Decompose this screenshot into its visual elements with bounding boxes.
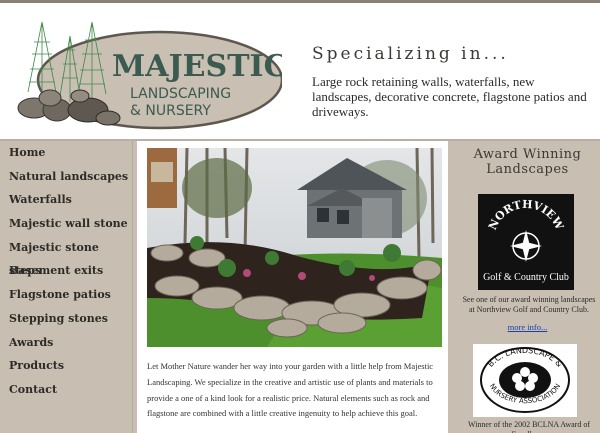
bclna-logo[interactable]: B.C. LANDSCAPE & NURSERY ASSOCIATION — [473, 344, 577, 417]
hero-landscape-photo — [147, 148, 442, 347]
nav-item-majestic-wall-stone[interactable]: Majestic wall stone — [0, 212, 132, 236]
nav-item-basement-exits[interactable]: Basement exits — [0, 259, 132, 283]
more-info-link[interactable]: more info... — [455, 322, 600, 332]
svg-text:MAJESTIC: MAJESTIC — [112, 49, 282, 84]
awards-title: Award Winning Landscapes — [473, 147, 582, 177]
header: MAJESTIC LANDSCAPING & NURSERY Specializ… — [0, 0, 600, 141]
main-content: Let Mother Nature wander her way into yo… — [137, 141, 448, 433]
svg-text:& NURSERY: & NURSERY — [130, 103, 211, 119]
svg-text:Golf & Country Club: Golf & Country Club — [483, 272, 569, 283]
tagline-text: Large rock retaining walls, waterfalls, … — [312, 74, 587, 119]
nav-item-products[interactable]: Products — [0, 354, 132, 378]
nav-item-natural-landscapes[interactable]: Natural landscapes — [0, 165, 132, 189]
page: MAJESTIC LANDSCAPING & NURSERY Specializ… — [0, 0, 600, 433]
intro-paragraph: Let Mother Nature wander her way into yo… — [147, 361, 434, 419]
nav-item-flagstone-patios[interactable]: Flagstone patios — [0, 283, 132, 307]
nav-item-majestic-stone-steps[interactable]: Majestic stone steps — [0, 236, 132, 278]
nav-item-contact[interactable]: Contact — [0, 378, 132, 402]
nav-item-awards[interactable]: Awards — [0, 331, 132, 355]
nav-item-stepping-stones[interactable]: Stepping stones — [0, 307, 132, 331]
top-rule — [0, 0, 600, 3]
tagline-title: Specializing in... — [312, 44, 509, 64]
awards-column: Award Winning Landscapes NORTHVIEW Golf … — [455, 141, 600, 433]
nav-item-home[interactable]: Home — [0, 141, 132, 165]
svg-text:LANDSCAPING: LANDSCAPING — [130, 86, 231, 102]
majestic-logo[interactable]: MAJESTIC LANDSCAPING & NURSERY — [12, 14, 282, 132]
nav-item-waterfalls[interactable]: Waterfalls — [0, 188, 132, 212]
bclna-description: Winner of the 2002 BCLNA Award of Excell… — [467, 420, 591, 433]
northview-description: See one of our award winning landscapes … — [462, 295, 596, 314]
northview-logo[interactable]: NORTHVIEW Golf & Country Club — [478, 194, 574, 290]
sidebar-nav: Home Natural landscapes Waterfalls Majes… — [0, 141, 133, 433]
